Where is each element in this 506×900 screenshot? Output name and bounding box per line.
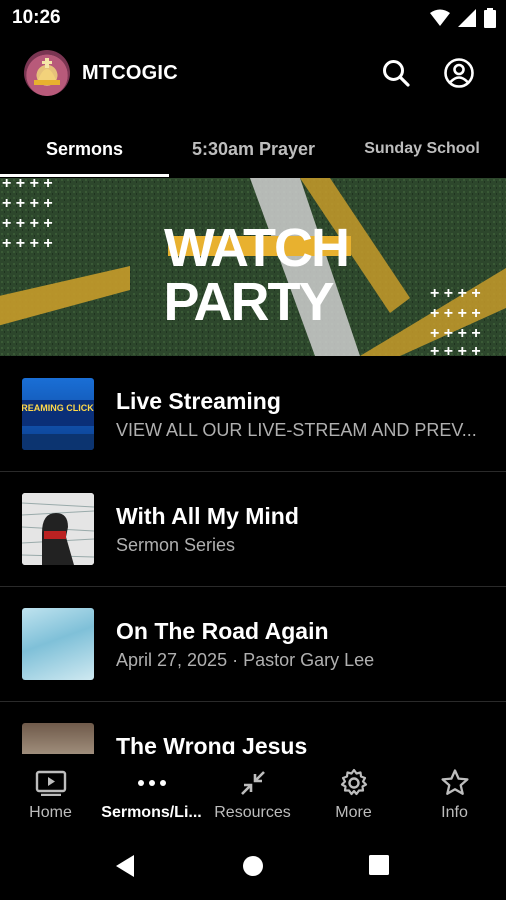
- app-bar: MTCOGIC: [0, 44, 506, 104]
- nav-more[interactable]: More: [303, 754, 404, 836]
- battery-icon: [484, 8, 496, 28]
- list-item-title: Live Streaming: [116, 388, 281, 414]
- system-navigation-bar: [0, 836, 506, 900]
- list-item-subtitle: VIEW ALL OUR LIVE-STREAM AND PREV...: [116, 420, 477, 440]
- sermon-series-thumbnail: [22, 493, 94, 565]
- nav-sermons[interactable]: Sermons/Li...: [101, 754, 202, 836]
- category-tabs: Sermons 5:30am Prayer Sunday School: [0, 124, 506, 179]
- search-button[interactable]: [379, 56, 413, 90]
- tab-sermons[interactable]: Sermons: [0, 124, 169, 174]
- list-item-subtitle: April 27, 2025 · Pastor Gary Lee: [116, 650, 375, 670]
- more-dots-icon: [137, 780, 166, 786]
- status-time: 10:26: [12, 7, 61, 28]
- back-icon[interactable]: [114, 854, 136, 878]
- bottom-navigation: Home Sermons/Li... Resources More Info: [0, 754, 506, 836]
- nav-info[interactable]: Info: [404, 754, 505, 836]
- nav-label: Info: [441, 804, 468, 821]
- home-circle-icon[interactable]: [242, 855, 264, 877]
- signal-icon: [458, 9, 476, 27]
- recents-square-icon[interactable]: [369, 855, 389, 875]
- account-button[interactable]: [442, 56, 476, 90]
- play-screen-icon: [35, 770, 66, 796]
- sky-thumbnail: [22, 608, 94, 680]
- list-item-title: The Wrong Jesus: [116, 733, 308, 754]
- account-icon: [444, 58, 474, 88]
- list-item[interactable]: The Wrong Jesus: [0, 701, 506, 754]
- tab-sunday-school[interactable]: Sunday School: [338, 124, 506, 174]
- banner-title: WATCH PARTY: [163, 218, 349, 332]
- star-icon: [440, 769, 469, 795]
- banner-line-2: PARTY: [163, 272, 334, 332]
- wifi-icon: [430, 9, 450, 26]
- banner-line-1: WATCH: [164, 218, 348, 278]
- list-item[interactable]: With All My Mind Sermon Series: [0, 471, 506, 587]
- tab-530am-prayer[interactable]: 5:30am Prayer: [169, 124, 338, 174]
- active-tab-indicator: [0, 174, 169, 177]
- app-title: MTCOGIC: [82, 62, 178, 84]
- list-item-subtitle: Sermon Series: [116, 535, 236, 555]
- list-item[interactable]: E-STREAMING CLICK HER Live Streaming VIE…: [0, 356, 506, 472]
- live-streaming-thumbnail: E-STREAMING CLICK HER: [22, 378, 94, 450]
- list-item-title: On The Road Again: [116, 618, 329, 644]
- nav-resources[interactable]: Resources: [202, 754, 303, 836]
- church-logo: [24, 50, 70, 96]
- watch-party-banner[interactable]: + + + + + + + + + + + + + + + + + + + + …: [0, 178, 506, 356]
- landscape-thumbnail: [22, 723, 94, 754]
- list-item[interactable]: On The Road Again April 27, 2025 · Pasto…: [0, 586, 506, 702]
- svg-text:E-STREAMING CLICK HER: E-STREAMING CLICK HER: [22, 403, 94, 413]
- search-icon: [383, 60, 410, 87]
- nav-label: Resources: [214, 804, 291, 821]
- nav-label: Sermons/Li...: [101, 804, 202, 821]
- sermon-list: E-STREAMING CLICK HER Live Streaming VIE…: [0, 356, 506, 754]
- status-icons: [430, 8, 496, 28]
- gear-icon: [340, 768, 367, 796]
- list-item-title: With All My Mind: [116, 503, 299, 529]
- status-bar: 10:26: [0, 0, 506, 36]
- collapse-arrows-icon: [240, 771, 265, 795]
- nav-label: More: [335, 804, 372, 821]
- nav-label: Home: [29, 804, 72, 821]
- nav-home[interactable]: Home: [0, 754, 101, 836]
